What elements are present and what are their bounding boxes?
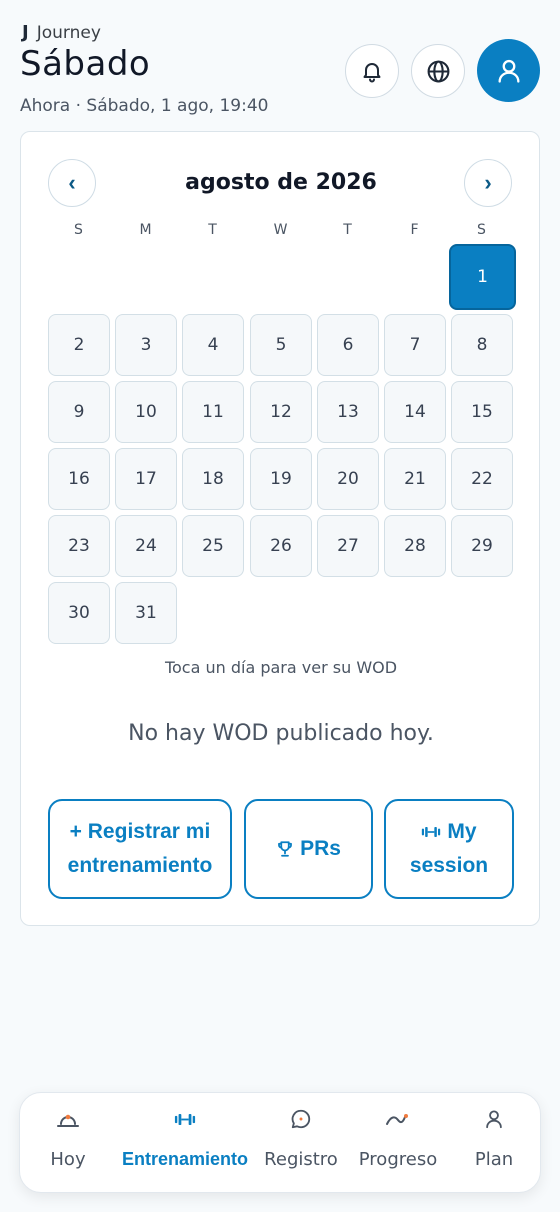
dumbbell-icon [422,827,441,838]
brand: J Journey [22,22,101,43]
calendar-day[interactable]: 30 [48,582,110,644]
weekday-label: M [139,222,152,238]
calendar-day[interactable]: 14 [384,381,446,443]
calendar-day[interactable]: 18 [182,448,244,510]
calendar-day[interactable]: 5 [250,314,312,376]
calendar-day-selected[interactable]: 1 [449,244,516,310]
weekday-label: T [208,222,217,238]
calendar-day[interactable]: 22 [451,448,513,510]
my-session-content: My session [394,815,504,883]
trend-icon [385,1107,411,1131]
prs-button[interactable]: PRs [244,799,373,899]
app-header: J Journey Sábado Ahora · Sábado, 1 ago, … [0,0,560,125]
calendar-day[interactable]: 10 [115,381,177,443]
tab-label: Entrenamiento [121,1149,249,1169]
weekday-label: W [273,222,288,238]
register-workout-button[interactable]: + Registrar mi entrenamiento [48,799,232,899]
my-session-button[interactable]: My session [384,799,514,899]
calendar-day[interactable]: 11 [182,381,244,443]
calendar-day[interactable]: 8 [451,314,513,376]
calendar-day[interactable]: 21 [384,448,446,510]
weekday-label: S [477,222,486,238]
page-title: Sábado [20,44,151,84]
dumbbell-icon [174,1107,196,1131]
sunrise-icon [56,1107,80,1131]
weekday-label: T [343,222,352,238]
calendar-day[interactable]: 26 [250,515,312,577]
calendar-day[interactable]: 24 [115,515,177,577]
calendar-hint: Toca un día para ver su WOD [164,658,398,677]
calendar-day[interactable]: 20 [317,448,379,510]
calendar-card: ‹ agosto de 2026 › S M T W T F S 1 2 3 4… [20,131,540,926]
tab-hoy[interactable]: Hoy [20,1093,116,1194]
prs-label: PRs [300,837,341,860]
calendar-day[interactable]: 4 [182,314,244,376]
bell-icon [363,63,381,83]
calendar-day[interactable]: 9 [48,381,110,443]
calendar-day[interactable]: 19 [250,448,312,510]
trophy-icon [278,841,292,857]
calendar-day[interactable]: 31 [115,582,177,644]
next-month-button[interactable]: › [464,159,512,207]
profile-button[interactable] [477,39,540,102]
calendar-day[interactable]: 29 [451,515,513,577]
calendar-day[interactable]: 6 [317,314,379,376]
tab-label: Plan [474,1149,514,1170]
calendar-day[interactable]: 28 [384,515,446,577]
calendar-day[interactable]: 27 [317,515,379,577]
weekday-label: F [410,222,419,238]
tab-label: Hoy [50,1149,86,1170]
user-icon [483,1107,505,1131]
notifications-button[interactable] [345,44,399,98]
tab-label: Registro [264,1149,338,1170]
weekday-label: S [74,222,83,238]
calendar-day[interactable]: 25 [182,515,244,577]
calendar-day[interactable]: 3 [115,314,177,376]
chevron-right-icon: › [484,170,492,195]
globe-icon [427,60,449,82]
bottom-tab-bar: Hoy Entrenamiento Registro Progreso Plan [19,1092,541,1193]
page-subtitle: Ahora · Sábado, 1 ago, 19:40 [20,96,269,116]
language-button[interactable] [411,44,465,98]
calendar-day[interactable]: 7 [384,314,446,376]
brand-logo-mark: J [22,22,29,43]
calendar-day[interactable]: 23 [48,515,110,577]
calendar-day[interactable]: 2 [48,314,110,376]
tab-entrenamiento[interactable]: Entrenamiento [120,1093,250,1194]
tab-plan[interactable]: Plan [450,1093,538,1194]
calendar-day[interactable]: 16 [48,448,110,510]
brand-name: Journey [36,22,101,43]
calendar-day[interactable]: 17 [115,448,177,510]
user-icon [498,59,519,83]
chat-icon [290,1107,312,1131]
empty-wod-message: No hay WOD publicado hoy. [128,721,434,746]
tab-progreso[interactable]: Progreso [350,1093,446,1194]
calendar-day[interactable]: 15 [451,381,513,443]
register-workout-label: + Registrar mi entrenamiento [67,820,213,877]
calendar-day[interactable]: 13 [317,381,379,443]
tab-label: Progreso [358,1149,438,1170]
tab-registro[interactable]: Registro [256,1093,346,1194]
month-label: agosto de 2026 [185,170,377,195]
calendar-day[interactable]: 12 [250,381,312,443]
